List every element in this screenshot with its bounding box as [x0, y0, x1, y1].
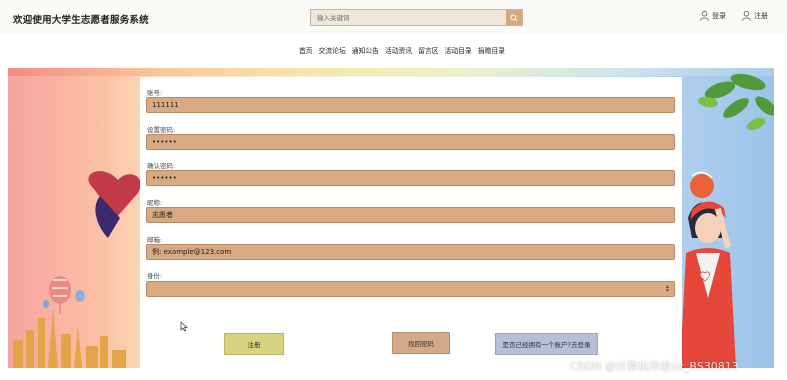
nav-item-forum[interactable]: 交流论坛 [319, 45, 346, 55]
select-arrows-icon: ▴ ▾ [665, 283, 669, 294]
nav-item-activity-catalog[interactable]: 活动目录 [445, 45, 472, 55]
email-field[interactable]: 例: example@123.com [146, 244, 675, 260]
confirm-password-label: 确认密码: [147, 162, 176, 170]
nav-item-home[interactable]: 首页 [299, 45, 313, 55]
register-link[interactable]: 注册 [741, 10, 768, 21]
password-label: 设置密码: [147, 126, 176, 134]
go-login-button[interactable]: 是否已经拥有一个账户?去登录 [495, 333, 598, 355]
nav-items: 首页 交流论坛 通知公告 活动资讯 留言区 活动目录 捐赠目录 [299, 45, 505, 55]
nav-item-donation-catalog[interactable]: 捐赠目录 [478, 45, 505, 55]
site-title: 欢迎使用大学生志愿者服务系统 [13, 15, 149, 26]
search-icon [510, 13, 518, 22]
account-field[interactable]: 111111 [146, 97, 675, 113]
register-button[interactable]: 注册 [224, 333, 284, 355]
login-link[interactable]: 登录 [699, 10, 726, 21]
search-box [310, 9, 523, 26]
forgot-password-button[interactable]: 找回密码 [392, 332, 450, 354]
csdn-watermark: CSDN @计算机毕设xx_BS30813 [570, 360, 739, 373]
account-label: 账号: [147, 89, 163, 97]
nickname-label: 昵称: [147, 199, 163, 207]
register-label: 注册 [754, 11, 768, 20]
user-icon [699, 10, 710, 21]
top-header: 欢迎使用大学生志愿者服务系统 登录 注册 [0, 0, 787, 34]
password-field[interactable]: •••••• [146, 134, 675, 150]
mouse-cursor-icon [180, 321, 188, 332]
nav-item-activity-news[interactable]: 活动资讯 [385, 45, 412, 55]
search-input[interactable] [311, 10, 506, 25]
role-label: 身份: [147, 272, 163, 280]
login-label: 登录 [712, 11, 726, 20]
role-select[interactable]: ▴ ▾ [146, 281, 675, 297]
nav-item-notices[interactable]: 通知公告 [352, 45, 379, 55]
main-nav: 首页 交流论坛 通知公告 活动资讯 留言区 活动目录 捐赠目录 [0, 34, 787, 66]
nickname-field[interactable]: 志愿者 [146, 207, 675, 223]
confirm-password-field[interactable]: •••••• [146, 170, 675, 186]
user-icon [741, 10, 752, 21]
nav-item-message-board[interactable]: 留言区 [418, 45, 438, 55]
search-button[interactable] [506, 10, 522, 25]
email-label: 邮箱: [147, 236, 163, 244]
